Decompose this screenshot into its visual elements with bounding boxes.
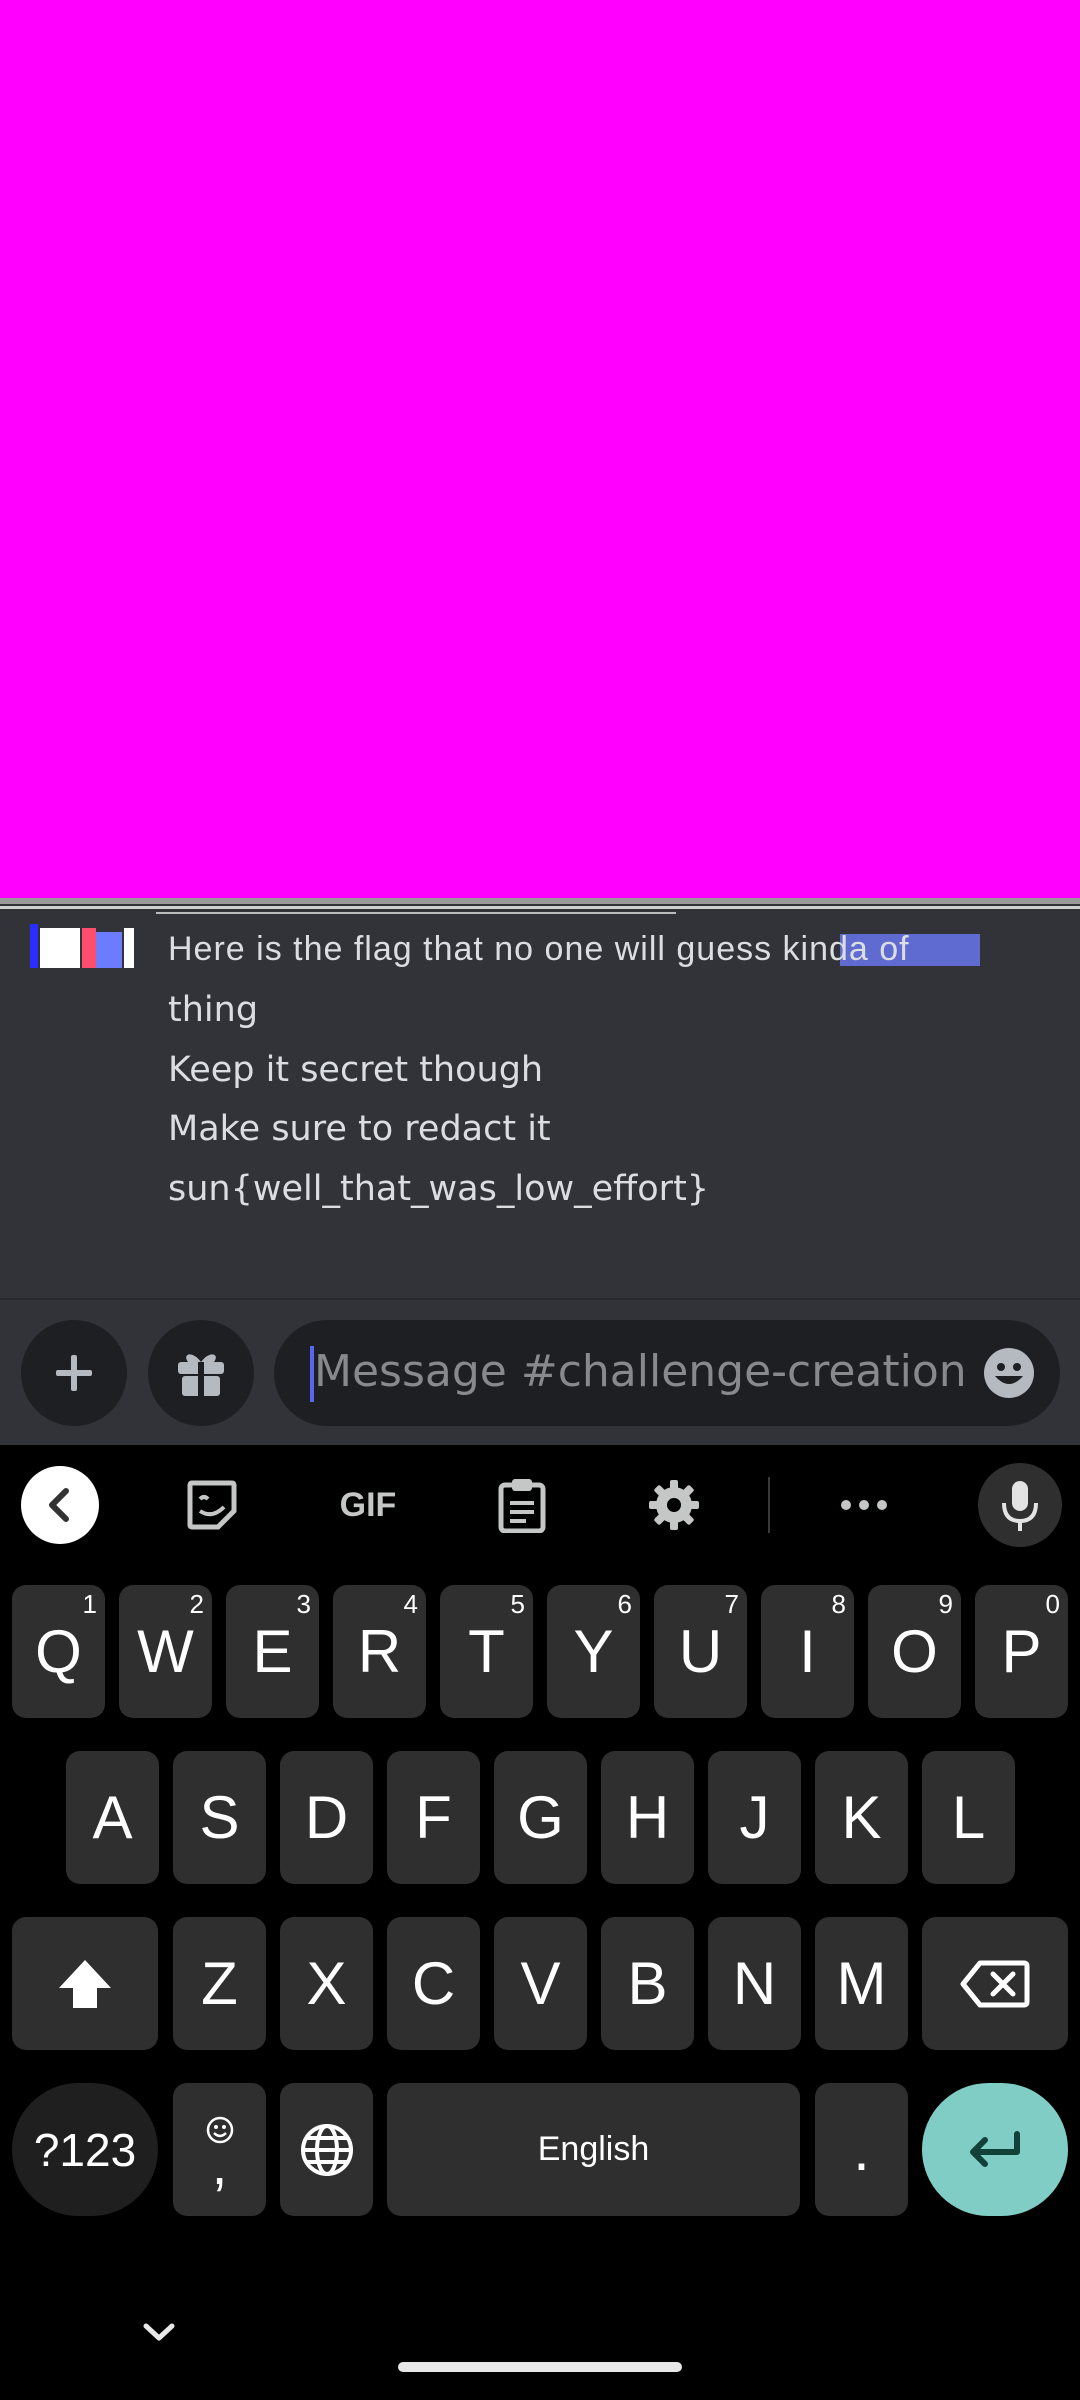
hide-keyboard-chevron-icon[interactable] <box>140 2320 178 2344</box>
message-line: sun{well_that_was_low_effort} <box>168 1169 710 1209</box>
on-screen-keyboard: G I F Q 1 W 2 E 3 R 4 T 5 Y 6 U 7 I 8 O 9 … <box>0 1445 1080 2400</box>
shift-key[interactable] <box>12 1917 158 2050</box>
message-line: thing <box>168 990 259 1030</box>
more-options-button[interactable] <box>824 1465 904 1545</box>
keyboard-back-button[interactable] <box>20 1465 100 1545</box>
key-hint: 2 <box>189 1589 204 1619</box>
key-hint: 4 <box>403 1589 418 1619</box>
key-label: O <box>891 1618 938 1685</box>
key-w[interactable]: W2 <box>119 1585 212 1718</box>
enter-icon <box>970 2130 1020 2167</box>
message-line: Make sure to redact it <box>168 1109 551 1149</box>
key-label: R <box>357 1618 402 1685</box>
key-a[interactable]: A <box>66 1751 159 1884</box>
key-i[interactable]: I8 <box>761 1585 854 1718</box>
key-c[interactable]: C <box>387 1917 480 2050</box>
sticker-button[interactable] <box>172 1465 252 1545</box>
key-p[interactable]: P0 <box>975 1585 1068 1718</box>
key-y[interactable]: Y6 <box>547 1585 640 1718</box>
message-input-placeholder: Message #challenge-creation <box>314 1346 967 1397</box>
settings-icon <box>649 1480 699 1530</box>
key-l[interactable]: L <box>922 1751 1015 1884</box>
key-n[interactable]: N <box>708 1917 801 2050</box>
key-u[interactable]: U7 <box>654 1585 747 1718</box>
back-chevron-icon <box>21 1466 99 1544</box>
key-j[interactable]: J <box>708 1751 801 1884</box>
key-t[interactable]: T5 <box>440 1585 533 1718</box>
key-label: P <box>1001 1618 1042 1685</box>
comma-emoji-key[interactable]: , <box>173 2083 266 2216</box>
sticker-icon <box>187 1480 237 1530</box>
gift-button[interactable] <box>148 1320 254 1426</box>
message-input[interactable]: Message #challenge-creation <box>274 1320 1060 1426</box>
key-s[interactable]: S <box>173 1751 266 1884</box>
toolbar-separator <box>768 1477 770 1533</box>
chat-message-area: thing Keep it secret though Make sure to… <box>0 968 1080 1298</box>
key-g[interactable]: G <box>494 1751 587 1884</box>
backspace-icon <box>960 1960 1030 2007</box>
add-attachment-button[interactable] <box>21 1320 127 1426</box>
key-m[interactable]: M <box>815 1917 908 2050</box>
space-key[interactable]: English <box>387 2083 800 2216</box>
key-hint: 0 <box>1045 1589 1060 1619</box>
key-e[interactable]: E3 <box>226 1585 319 1718</box>
message-composer: Message #challenge-creation <box>0 1300 1080 1445</box>
comma-label: , <box>211 2132 228 2196</box>
key-f[interactable]: F <box>387 1751 480 1884</box>
clipboard-icon <box>498 1479 546 1533</box>
keyboard-settings-button[interactable] <box>634 1465 714 1545</box>
key-o[interactable]: O9 <box>868 1585 961 1718</box>
key-v[interactable]: V <box>494 1917 587 2050</box>
key-k[interactable]: K <box>815 1751 908 1884</box>
key-label: U <box>678 1618 723 1685</box>
period-key[interactable]: . <box>815 2083 908 2216</box>
key-hint: 6 <box>617 1589 632 1619</box>
emoji-icon[interactable] <box>982 1346 1036 1400</box>
redaction-overlay <box>0 0 1080 898</box>
voice-input-button[interactable] <box>978 1463 1062 1547</box>
microphone-icon <box>978 1463 1062 1547</box>
key-label: T <box>468 1618 505 1685</box>
enter-key[interactable] <box>922 2083 1068 2216</box>
globe-icon <box>300 2123 353 2176</box>
plus-icon <box>56 1355 92 1391</box>
gif-button[interactable]: GIF <box>318 1465 418 1545</box>
clipboard-button[interactable] <box>482 1465 562 1545</box>
home-gesture-bar[interactable] <box>398 2362 682 2372</box>
key-label: E <box>252 1618 293 1685</box>
key-label: Y <box>573 1618 614 1685</box>
key-hint: 9 <box>938 1589 953 1619</box>
key-q[interactable]: Q1 <box>12 1585 105 1718</box>
key-label: W <box>137 1618 194 1685</box>
key-x[interactable]: X <box>280 1917 373 2050</box>
key-h[interactable]: H <box>601 1751 694 1884</box>
key-label: I <box>799 1618 816 1685</box>
key-b[interactable]: B <box>601 1917 694 2050</box>
language-key[interactable] <box>280 2083 373 2216</box>
backspace-key[interactable] <box>922 1917 1068 2050</box>
message-line: Keep it secret though <box>168 1050 544 1090</box>
key-label: Q <box>35 1618 82 1685</box>
key-r[interactable]: R4 <box>333 1585 426 1718</box>
key-hint: 7 <box>724 1589 739 1619</box>
key-hint: 1 <box>82 1589 97 1619</box>
glitched-message-line: Here is the flag that no one will guess … <box>168 930 910 968</box>
key-hint: 8 <box>831 1589 846 1619</box>
key-z[interactable]: Z <box>173 1917 266 2050</box>
symbols-key[interactable]: ?123 <box>12 2083 158 2216</box>
key-hint: 5 <box>510 1589 525 1619</box>
key-hint: 3 <box>296 1589 311 1619</box>
more-icon <box>841 1500 887 1510</box>
key-d[interactable]: D <box>280 1751 373 1884</box>
shift-icon <box>59 1959 111 2008</box>
gift-icon <box>178 1354 224 1396</box>
